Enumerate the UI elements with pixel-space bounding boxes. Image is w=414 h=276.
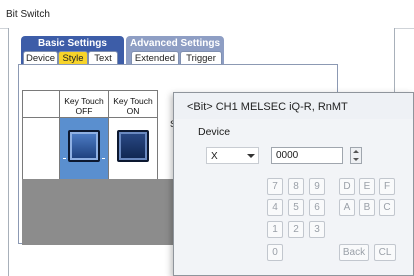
key-9[interactable]: 9 [309,178,325,195]
device-input-dialog: <Bit> CH1 MELSEC iQ-R, RnMT Device X 000… [173,92,414,276]
dialog-title: <Bit> CH1 MELSEC iQ-R, RnMT [187,101,348,113]
tab-text[interactable]: Text [88,51,118,64]
dialog-titlebar: <Bit> CH1 MELSEC iQ-R, RnMT [174,93,413,120]
key-6[interactable]: 6 [309,199,325,216]
device-number-input[interactable]: 0000 [271,147,343,164]
key-touch-off-preview-icon [68,130,100,162]
key-touch-on-preview-icon [117,130,149,162]
table-corner-cell [22,90,60,118]
header-key-touch-on: Key Touch ON [108,90,158,118]
window-titlebar: Bit Switch [0,0,414,29]
key-touch-on-cell[interactable] [108,117,158,180]
tab-device[interactable]: Device [23,51,58,64]
key-b[interactable]: B [359,199,375,216]
key-c[interactable]: C [379,199,395,216]
key-0[interactable]: 0 [267,244,283,261]
key-d[interactable]: D [339,178,355,195]
key-2[interactable]: 2 [288,221,304,238]
key-3[interactable]: 3 [309,221,325,238]
key-8[interactable]: 8 [288,178,304,195]
spin-down-icon [353,158,359,161]
key-1[interactable]: 1 [267,221,283,238]
tab-extended[interactable]: Extended [131,51,179,64]
key-5[interactable]: 5 [288,199,304,216]
basic-settings-label: Basic Settings [38,38,107,49]
tab-trigger[interactable]: Trigger [180,51,222,64]
device-label: Device [198,126,231,138]
advanced-settings-label: Advanced Settings [129,38,221,49]
key-touch-off-cell[interactable] [59,117,109,180]
device-type-select[interactable]: X [206,147,259,164]
spin-up-icon [353,150,359,153]
device-number-spinner[interactable] [350,147,362,164]
key-a[interactable]: A [339,199,355,216]
device-type-value: X [211,151,218,162]
row-label-cell [22,117,60,180]
key-7[interactable]: 7 [267,178,283,195]
key-f[interactable]: F [379,178,395,195]
chevron-down-icon [247,154,255,158]
header-key-touch-off: Key Touch OFF [59,90,109,118]
back-button[interactable]: Back [339,244,369,261]
state-table: Key Touch OFF Key Touch ON [22,90,192,180]
tab-style[interactable]: Style [58,51,88,64]
preview-background [22,179,182,245]
key-4[interactable]: 4 [267,199,283,216]
key-e[interactable]: E [359,178,375,195]
window-title: Bit Switch [6,9,50,20]
clear-button[interactable]: CL [374,244,396,261]
